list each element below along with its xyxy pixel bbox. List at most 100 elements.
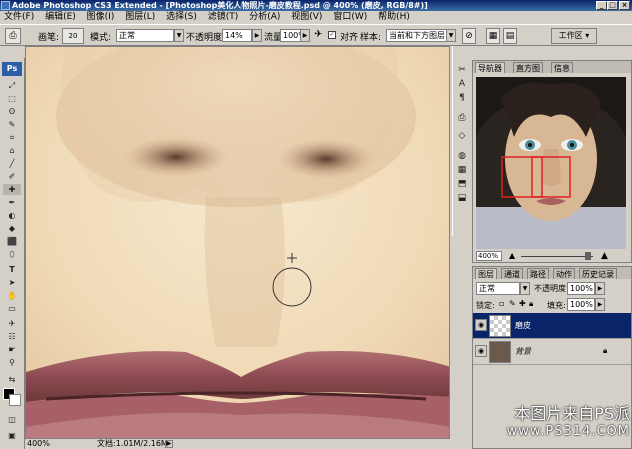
menu-filter[interactable]: 滤镜(T) <box>204 11 243 24</box>
layer-opacity-field[interactable]: 100% <box>567 282 595 295</box>
brush-tool-icon[interactable]: ✐ <box>3 171 21 182</box>
blend-mode-select[interactable]: 正常 <box>476 282 520 295</box>
menu-layer[interactable]: 图层(L) <box>121 11 159 24</box>
ignore-adjustment-layers-icon[interactable]: ⊘ <box>462 28 476 44</box>
layer-comps-icon[interactable]: ⬓ <box>455 192 469 204</box>
tab-actions[interactable]: 动作 <box>553 268 575 279</box>
quick-mask-icon[interactable]: ◫ <box>3 414 21 425</box>
eye-icon[interactable]: ◉ <box>475 345 487 357</box>
type-tool-icon[interactable]: T <box>3 264 21 275</box>
tab-history[interactable]: 历史记录 <box>579 268 617 279</box>
magic-wand-tool-icon[interactable]: ✎ <box>3 119 21 130</box>
workspace-label: 工作区 <box>558 31 583 40</box>
navigator-zoom-field[interactable]: 400% <box>476 251 502 261</box>
status-bar: 400% 文档:1.01M/2.16M ▶ <box>25 438 450 449</box>
aligned-checkbox[interactable]: ✓ <box>328 31 336 39</box>
document-canvas[interactable] <box>25 46 450 449</box>
minimize-button[interactable]: _ <box>596 1 607 10</box>
brushes-icon[interactable]: ◇ <box>455 130 469 142</box>
tool-presets-icon[interactable]: ✂ <box>455 64 469 76</box>
zoom-out-icon[interactable]: ▲ <box>509 250 515 262</box>
tab-histogram[interactable]: 直方图 <box>513 62 543 73</box>
menu-view[interactable]: 视图(V) <box>287 11 326 24</box>
move-tool-icon[interactable]: ⤢ <box>3 80 21 91</box>
slice-tool-icon[interactable]: ⌂ <box>3 145 21 156</box>
layers-tab-row: 图层 通道 路径 动作 历史记录 <box>473 267 631 279</box>
menu-edit[interactable]: 编辑(E) <box>41 11 80 24</box>
tab-layers[interactable]: 图层 <box>475 268 497 279</box>
navigator-thumbnail[interactable] <box>476 77 626 249</box>
zoom-in-icon[interactable]: ▲ <box>601 250 608 262</box>
close-button[interactable]: × <box>619 1 630 10</box>
chevron-right-icon[interactable]: ▶ <box>595 282 605 295</box>
path-selection-tool-icon[interactable]: ➤ <box>3 277 21 288</box>
brush-panel-icon[interactable]: ▦ <box>486 28 500 44</box>
tab-navigator[interactable]: 导航器 <box>475 62 505 73</box>
chevron-down-icon[interactable]: ▼ <box>520 282 530 295</box>
opacity-field[interactable]: 14% <box>222 29 252 42</box>
airbrush-icon[interactable]: ✈ <box>314 29 322 40</box>
marquee-tool-icon[interactable]: ⬚ <box>3 93 21 104</box>
menu-window[interactable]: 窗口(W) <box>329 11 371 24</box>
paragraph-icon[interactable]: ¶ <box>455 92 469 104</box>
menu-select[interactable]: 选择(S) <box>162 11 201 24</box>
character-icon[interactable]: A <box>455 78 469 90</box>
lock-pixels-icon[interactable]: ✎ <box>509 299 516 308</box>
menu-file[interactable]: 文件(F) <box>0 11 38 24</box>
chevron-right-icon[interactable]: ▶ <box>595 298 605 311</box>
menu-analysis[interactable]: 分析(A) <box>245 11 284 24</box>
background-color-swatch[interactable] <box>9 394 21 406</box>
lock-transparent-icon[interactable]: ▫ <box>499 299 504 308</box>
notes-tool-icon[interactable]: ✈ <box>3 318 21 329</box>
menu-help[interactable]: 帮助(H) <box>374 11 414 24</box>
chevron-down-icon[interactable]: ▼ <box>446 29 456 42</box>
chevron-right-icon[interactable]: ▶ <box>252 29 262 42</box>
app-icon <box>1 1 10 10</box>
history-brush-tool-icon[interactable]: ✒ <box>3 197 21 208</box>
gradient-tool-icon[interactable]: ◆ <box>3 223 21 234</box>
pen-tool-icon[interactable]: ✋ <box>3 290 21 301</box>
eyedropper-tool-icon[interactable]: ☷ <box>3 331 21 342</box>
chevron-down-icon[interactable]: ▼ <box>174 29 184 42</box>
layer-row-background[interactable]: ◉ 背景 🔒︎ <box>473 339 631 365</box>
maximize-button[interactable]: □ <box>607 1 618 10</box>
status-menu-arrow-icon[interactable]: ▶ <box>165 440 173 448</box>
workspace-button[interactable]: 工作区 ▾ <box>551 28 597 44</box>
swatches-icon[interactable]: ▦ <box>455 164 469 176</box>
menu-image[interactable]: 图像(I) <box>83 11 119 24</box>
dodge-tool-icon[interactable]: ⬯ <box>3 249 21 260</box>
sample-select[interactable]: 当前和下方图层 <box>386 29 450 42</box>
fill-field[interactable]: 100% <box>567 298 595 311</box>
screen-mode-icon[interactable]: ▣ <box>3 430 21 441</box>
tab-paths[interactable]: 路径 <box>527 268 549 279</box>
brush-preset-picker[interactable]: 20 <box>62 28 84 44</box>
mode-select[interactable]: 正常 <box>116 29 174 42</box>
shape-tool-icon[interactable]: ▭ <box>3 303 21 314</box>
swap-colors-icon[interactable]: ⇆ <box>3 374 21 385</box>
chevron-right-icon[interactable]: ▶ <box>300 29 310 42</box>
palette-well-icon[interactable]: ▤ <box>503 28 517 44</box>
zoom-tool-icon[interactable]: ⚲ <box>3 357 21 368</box>
tab-channels[interactable]: 通道 <box>501 268 523 279</box>
lasso-tool-icon[interactable]: ʘ <box>3 106 21 117</box>
clone-stamp-tool-icon[interactable]: ✚ <box>3 184 21 195</box>
status-zoom[interactable]: 400% <box>27 439 50 449</box>
tab-info[interactable]: 信息 <box>551 62 573 73</box>
navigator-image <box>476 77 626 249</box>
clone-stamp-tool-icon[interactable]: ⎙ <box>5 28 21 44</box>
layer-row-mopi[interactable]: ◉ 磨皮 <box>473 313 631 339</box>
fill-label: 填充: <box>547 301 566 310</box>
clone-source-icon[interactable]: ⎙ <box>455 112 469 124</box>
color-icon[interactable]: ◍ <box>455 150 469 162</box>
eraser-tool-icon[interactable]: ◐ <box>3 210 21 221</box>
healing-brush-tool-icon[interactable]: ╱ <box>3 158 21 169</box>
crop-tool-icon[interactable]: ⌗ <box>3 132 21 143</box>
hand-tool-icon[interactable]: ☛ <box>3 344 21 355</box>
styles-icon[interactable]: ⬒ <box>455 178 469 190</box>
lock-position-icon[interactable]: ✚ <box>519 299 526 308</box>
zoom-slider-handle[interactable] <box>585 252 591 260</box>
zoom-slider-track[interactable] <box>521 256 593 257</box>
eye-icon[interactable]: ◉ <box>475 319 487 331</box>
lock-all-icon[interactable]: 🔒︎ <box>529 299 533 309</box>
blur-tool-icon[interactable]: ⬛ <box>3 236 21 247</box>
